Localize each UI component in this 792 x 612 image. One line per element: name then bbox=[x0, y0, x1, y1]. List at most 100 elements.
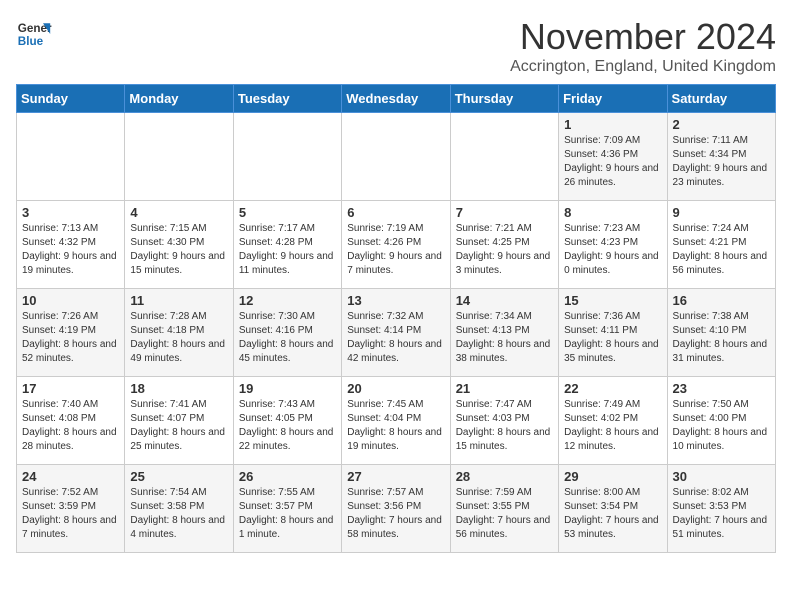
calendar-cell: 10 Sunrise: 7:26 AM Sunset: 4:19 PM Dayli… bbox=[17, 289, 125, 377]
calendar-cell: 21Sunrise: 7:47 AM Sunset: 4:03 PM Dayli… bbox=[450, 377, 558, 465]
calendar-cell: 29 Sunrise: 8:00 AM Sunset: 3:54 PM Dayli… bbox=[559, 465, 667, 553]
day-info: Sunrise: 7:43 AM Sunset: 4:05 PM Dayligh… bbox=[239, 398, 336, 454]
calendar-cell bbox=[450, 113, 558, 201]
day-info: Sunrise: 7:57 AM Sunset: 3:56 PM Dayligh… bbox=[347, 486, 444, 542]
day-number: 3 bbox=[22, 205, 119, 220]
day-number: 12 bbox=[239, 293, 336, 308]
calendar-table: SundayMondayTuesdayWednesdayThursdayFrid… bbox=[16, 84, 776, 553]
day-info: Sunrise: 7:41 AM Sunset: 4:07 PM Dayligh… bbox=[130, 398, 227, 454]
weekday-header: Saturday bbox=[667, 85, 775, 113]
calendar-cell: 25 Sunrise: 7:54 AM Sunset: 3:58 PM Dayli… bbox=[125, 465, 233, 553]
calendar-cell: 7 Sunrise: 7:21 AM Sunset: 4:25 PM Daylig… bbox=[450, 201, 558, 289]
day-number: 21 bbox=[456, 381, 553, 396]
calendar-cell: 18 Sunrise: 7:41 AM Sunset: 4:07 PM Dayli… bbox=[125, 377, 233, 465]
day-number: 9 bbox=[673, 205, 770, 220]
day-number: 20 bbox=[347, 381, 444, 396]
day-info: Sunrise: 7:54 AM Sunset: 3:58 PM Dayligh… bbox=[130, 486, 227, 542]
calendar-cell: 11 Sunrise: 7:28 AM Sunset: 4:18 PM Dayli… bbox=[125, 289, 233, 377]
day-info: Sunrise: 7:26 AM Sunset: 4:19 PM Dayligh… bbox=[22, 310, 119, 366]
day-info: Sunrise: 7:13 AM Sunset: 4:32 PM Dayligh… bbox=[22, 222, 119, 278]
day-info: Sunrise: 7:30 AM Sunset: 4:16 PM Dayligh… bbox=[239, 310, 336, 366]
calendar-week-row: 3 Sunrise: 7:13 AM Sunset: 4:32 PM Daylig… bbox=[17, 201, 776, 289]
day-number: 26 bbox=[239, 469, 336, 484]
calendar-cell: 1Sunrise: 7:09 AM Sunset: 4:36 PM Daylig… bbox=[559, 113, 667, 201]
calendar-cell: 28 Sunrise: 7:59 AM Sunset: 3:55 PM Dayli… bbox=[450, 465, 558, 553]
weekday-header: Wednesday bbox=[342, 85, 450, 113]
day-number: 28 bbox=[456, 469, 553, 484]
calendar-cell bbox=[342, 113, 450, 201]
weekday-header: Friday bbox=[559, 85, 667, 113]
day-info: Sunrise: 8:00 AM Sunset: 3:54 PM Dayligh… bbox=[564, 486, 661, 542]
calendar-cell bbox=[17, 113, 125, 201]
day-number: 7 bbox=[456, 205, 553, 220]
day-number: 4 bbox=[130, 205, 227, 220]
logo-icon: General Blue bbox=[16, 16, 52, 52]
day-info: Sunrise: 7:11 AM Sunset: 4:34 PM Dayligh… bbox=[673, 134, 770, 190]
day-number: 5 bbox=[239, 205, 336, 220]
day-number: 30 bbox=[673, 469, 770, 484]
day-info: Sunrise: 8:02 AM Sunset: 3:53 PM Dayligh… bbox=[673, 486, 770, 542]
day-info: Sunrise: 7:40 AM Sunset: 4:08 PM Dayligh… bbox=[22, 398, 119, 454]
day-number: 10 bbox=[22, 293, 119, 308]
day-number: 22 bbox=[564, 381, 661, 396]
day-number: 2 bbox=[673, 117, 770, 132]
calendar-cell: 8 Sunrise: 7:23 AM Sunset: 4:23 PM Daylig… bbox=[559, 201, 667, 289]
calendar-cell: 27 Sunrise: 7:57 AM Sunset: 3:56 PM Dayli… bbox=[342, 465, 450, 553]
calendar-week-row: 24 Sunrise: 7:52 AM Sunset: 3:59 PM Dayli… bbox=[17, 465, 776, 553]
day-info: Sunrise: 7:34 AM Sunset: 4:13 PM Dayligh… bbox=[456, 310, 553, 366]
day-number: 29 bbox=[564, 469, 661, 484]
calendar-cell bbox=[125, 113, 233, 201]
day-info: Sunrise: 7:49 AM Sunset: 4:02 PM Dayligh… bbox=[564, 398, 661, 454]
calendar-cell: 4Sunrise: 7:15 AM Sunset: 4:30 PM Daylig… bbox=[125, 201, 233, 289]
day-number: 23 bbox=[673, 381, 770, 396]
day-info: Sunrise: 7:28 AM Sunset: 4:18 PM Dayligh… bbox=[130, 310, 227, 366]
subtitle: Accrington, England, United Kingdom bbox=[510, 58, 776, 76]
day-info: Sunrise: 7:52 AM Sunset: 3:59 PM Dayligh… bbox=[22, 486, 119, 542]
calendar-cell: 15 Sunrise: 7:36 AM Sunset: 4:11 PM Dayli… bbox=[559, 289, 667, 377]
calendar-week-row: 17Sunrise: 7:40 AM Sunset: 4:08 PM Dayli… bbox=[17, 377, 776, 465]
day-info: Sunrise: 7:45 AM Sunset: 4:04 PM Dayligh… bbox=[347, 398, 444, 454]
calendar-cell: 24 Sunrise: 7:52 AM Sunset: 3:59 PM Dayli… bbox=[17, 465, 125, 553]
day-number: 8 bbox=[564, 205, 661, 220]
weekday-header: Tuesday bbox=[233, 85, 341, 113]
header: General Blue November 2024 Accrington, E… bbox=[16, 16, 776, 76]
calendar-cell: 26Sunrise: 7:55 AM Sunset: 3:57 PM Dayli… bbox=[233, 465, 341, 553]
weekday-header: Monday bbox=[125, 85, 233, 113]
day-number: 14 bbox=[456, 293, 553, 308]
day-number: 6 bbox=[347, 205, 444, 220]
logo: General Blue bbox=[16, 16, 52, 52]
day-info: Sunrise: 7:24 AM Sunset: 4:21 PM Dayligh… bbox=[673, 222, 770, 278]
day-info: Sunrise: 7:19 AM Sunset: 4:26 PM Dayligh… bbox=[347, 222, 444, 278]
day-info: Sunrise: 7:23 AM Sunset: 4:23 PM Dayligh… bbox=[564, 222, 661, 278]
title-section: November 2024 Accrington, England, Unite… bbox=[510, 16, 776, 76]
calendar-week-row: 1Sunrise: 7:09 AM Sunset: 4:36 PM Daylig… bbox=[17, 113, 776, 201]
day-number: 15 bbox=[564, 293, 661, 308]
day-number: 25 bbox=[130, 469, 227, 484]
calendar-cell: 22 Sunrise: 7:49 AM Sunset: 4:02 PM Dayli… bbox=[559, 377, 667, 465]
calendar-cell: 16 Sunrise: 7:38 AM Sunset: 4:10 PM Dayli… bbox=[667, 289, 775, 377]
calendar-cell: 9 Sunrise: 7:24 AM Sunset: 4:21 PM Daylig… bbox=[667, 201, 775, 289]
day-info: Sunrise: 7:36 AM Sunset: 4:11 PM Dayligh… bbox=[564, 310, 661, 366]
calendar-cell: 6 Sunrise: 7:19 AM Sunset: 4:26 PM Daylig… bbox=[342, 201, 450, 289]
calendar-week-row: 10 Sunrise: 7:26 AM Sunset: 4:19 PM Dayli… bbox=[17, 289, 776, 377]
calendar-cell: 3 Sunrise: 7:13 AM Sunset: 4:32 PM Daylig… bbox=[17, 201, 125, 289]
day-number: 1 bbox=[564, 117, 661, 132]
day-number: 24 bbox=[22, 469, 119, 484]
calendar-cell: 23Sunrise: 7:50 AM Sunset: 4:00 PM Dayli… bbox=[667, 377, 775, 465]
calendar-cell: 20 Sunrise: 7:45 AM Sunset: 4:04 PM Dayli… bbox=[342, 377, 450, 465]
day-number: 13 bbox=[347, 293, 444, 308]
calendar-cell: 30 Sunrise: 8:02 AM Sunset: 3:53 PM Dayli… bbox=[667, 465, 775, 553]
day-info: Sunrise: 7:59 AM Sunset: 3:55 PM Dayligh… bbox=[456, 486, 553, 542]
day-number: 18 bbox=[130, 381, 227, 396]
day-number: 16 bbox=[673, 293, 770, 308]
calendar-cell: 12 Sunrise: 7:30 AM Sunset: 4:16 PM Dayli… bbox=[233, 289, 341, 377]
calendar-cell: 2 Sunrise: 7:11 AM Sunset: 4:34 PM Daylig… bbox=[667, 113, 775, 201]
day-info: Sunrise: 7:21 AM Sunset: 4:25 PM Dayligh… bbox=[456, 222, 553, 278]
calendar-cell bbox=[233, 113, 341, 201]
day-number: 11 bbox=[130, 293, 227, 308]
header-row: SundayMondayTuesdayWednesdayThursdayFrid… bbox=[17, 85, 776, 113]
day-number: 27 bbox=[347, 469, 444, 484]
weekday-header: Sunday bbox=[17, 85, 125, 113]
day-info: Sunrise: 7:38 AM Sunset: 4:10 PM Dayligh… bbox=[673, 310, 770, 366]
calendar-cell: 13Sunrise: 7:32 AM Sunset: 4:14 PM Dayli… bbox=[342, 289, 450, 377]
